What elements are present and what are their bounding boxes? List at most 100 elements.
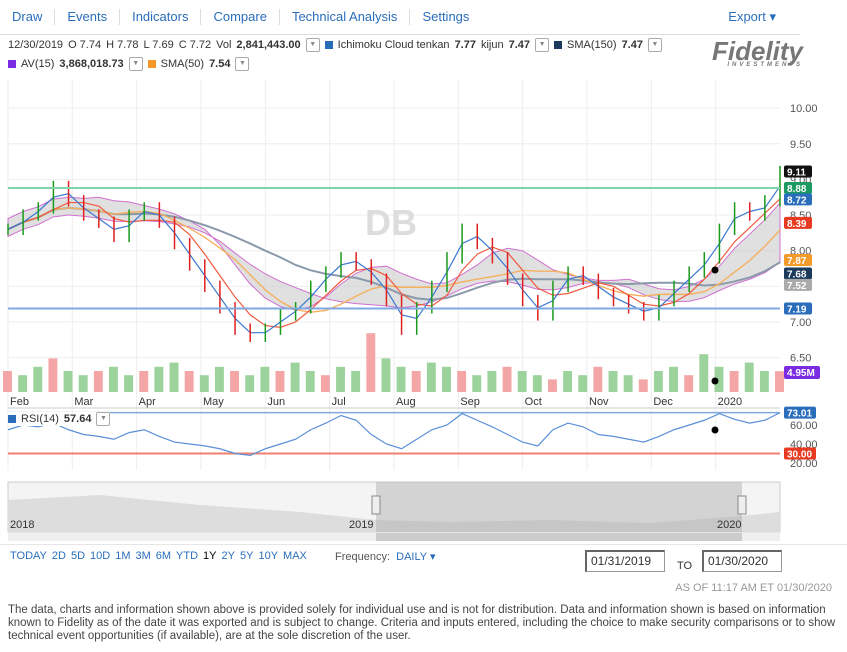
volume-bar [699,354,709,392]
volume-bar [78,375,88,392]
volume-bar [502,366,512,392]
volume-bar [351,371,361,392]
month-label: Feb [10,396,29,408]
disclaimer: The data, charts and information shown a… [8,604,836,642]
navigator-scroll-thumb[interactable] [376,533,742,541]
month-label: Jul [332,396,346,408]
volume-bar [653,371,663,392]
month-label: Dec [653,396,673,408]
rsi-dropdown[interactable]: ▼ [96,412,111,426]
range-2y[interactable]: 2Y [222,550,235,562]
range-10d[interactable]: 10D [90,550,110,562]
range-3m[interactable]: 3M [135,550,150,562]
range-5d[interactable]: 5D [71,550,85,562]
navigator-year: 2019 [349,519,373,531]
range-ytd[interactable]: YTD [176,550,198,562]
to-label: TO [677,560,693,572]
volume-bar [547,379,557,392]
navigator-handle[interactable] [737,495,747,515]
y-tick: 6.50 [790,353,811,365]
navigator-handle[interactable] [371,495,381,515]
month-label: Nov [589,396,609,408]
rsi-label: 73.01 [787,409,812,420]
volume-bar [18,375,28,392]
volume-bar [759,371,769,392]
volume-bar [411,371,421,392]
volume-bar [336,366,345,392]
month-label: Sep [460,396,480,408]
event-marker [711,266,719,274]
navigator-selection [376,482,742,532]
price-label-tenkan: 8.72 [787,195,807,206]
symbol-watermark: DB [365,202,417,243]
navigator-year: 2018 [10,519,34,531]
rsi-value: 57.64 [63,413,92,425]
frequency-select[interactable]: DAILY [396,551,427,563]
volume-bar [532,375,542,392]
month-label: Apr [139,396,156,408]
chevron-down-icon[interactable]: ▾ [430,551,436,563]
range-1m[interactable]: 1M [115,550,130,562]
volume-bar [608,371,618,392]
volume-bar [230,371,240,392]
frequency-label: Frequency: [335,551,391,563]
price-label-sma150: 7.68 [787,270,807,281]
price-label-line_blue: 7.19 [787,304,807,315]
volume-bar [623,375,633,392]
rsi-low-label: 30.00 [787,450,812,461]
volume-bar [93,371,103,392]
price-chart[interactable]: 10.009.509.008.508.007.507.006.50FebMarA… [0,0,847,545]
av-label: 4.95M [787,368,815,379]
price-label-last: 9.11 [787,168,806,179]
rsi-swatch [8,415,16,423]
range-max[interactable]: MAX [283,550,307,562]
navigator-year: 2020 [717,519,741,531]
from-date-input[interactable]: 01/31/2019 [585,550,665,572]
month-label: May [203,396,224,408]
month-label: Jun [267,396,285,408]
volume-bar [33,366,43,392]
volume-bar [3,371,12,392]
range-10y[interactable]: 10Y [258,550,278,562]
volume-bar [684,375,694,392]
price-label-kijun_red: 8.39 [787,219,807,230]
volume-bar [184,371,194,392]
month-label: Oct [525,396,542,408]
month-label: Aug [396,396,416,408]
volume-bar [487,371,497,392]
price-label-sma50: 7.87 [787,256,807,267]
rsi-label: RSI(14) [21,413,59,425]
event-marker [711,377,719,385]
volume-bar [320,375,330,392]
volume-bar [109,366,118,392]
volume-bar [63,371,73,392]
volume-bar [154,366,164,392]
volume-bar [381,358,391,392]
range-today[interactable]: TODAY [10,550,47,562]
range-2d[interactable]: 2D [52,550,66,562]
rsi-tick: 60.00 [790,420,818,432]
range-buttons: TODAY 2D 5D 10D 1M 3M 6M YTD 1Y 2Y 5Y 10Y MAX [10,550,307,562]
volume-bar [290,362,300,392]
volume-bar [472,375,482,392]
as-of-timestamp: AS OF 11:17 AM ET 01/30/2020 [675,582,832,594]
event-marker [711,426,719,434]
volume-bar [396,366,406,392]
volume-bar [442,366,451,392]
range-1y[interactable]: 1Y [203,550,216,562]
volume-bar [139,371,149,392]
y-tick: 7.00 [790,317,811,329]
volume-bar [744,362,754,392]
to-date-input[interactable]: 01/30/2020 [702,550,782,572]
volume-bar [669,366,678,392]
month-label: Mar [74,396,93,408]
range-6m[interactable]: 6M [156,550,171,562]
volume-bar [457,371,467,392]
volume-bar [245,375,255,392]
month-label: 2020 [718,396,742,408]
volume-bar [729,371,739,392]
range-5y[interactable]: 5Y [240,550,253,562]
volume-bar [199,375,209,392]
volume-bar [260,366,270,392]
volume-bar [169,362,179,392]
